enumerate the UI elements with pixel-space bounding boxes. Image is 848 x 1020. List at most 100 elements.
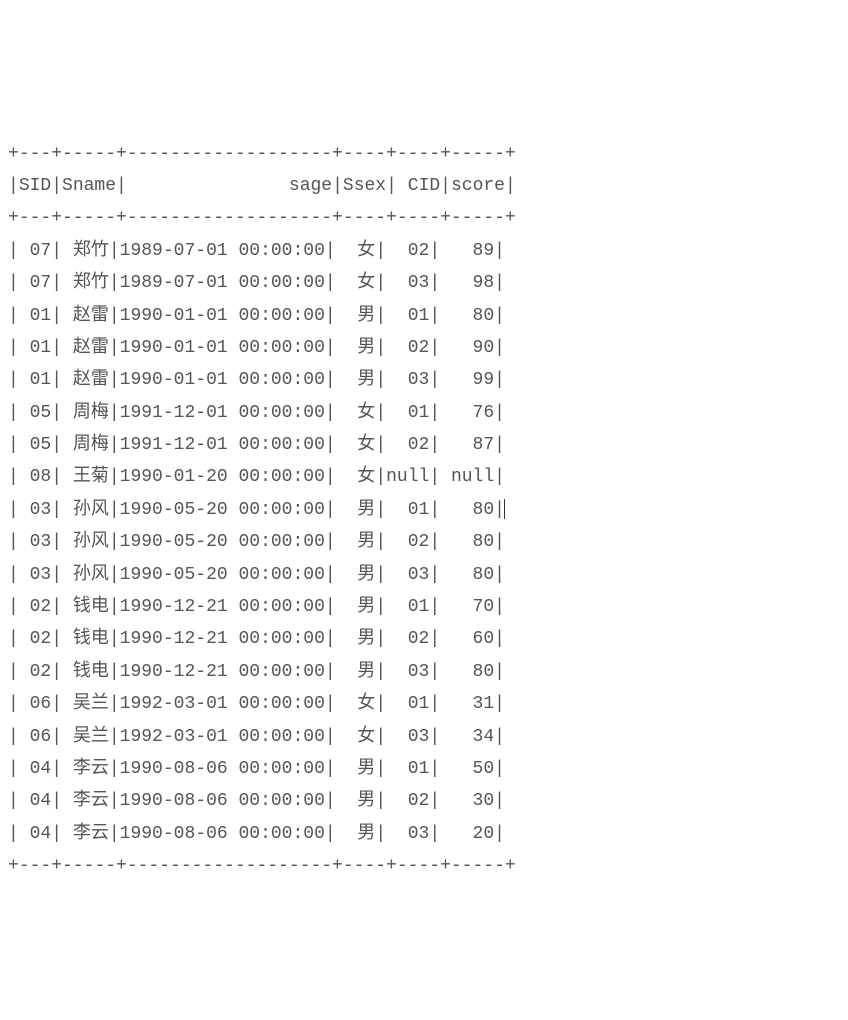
cell-sid: 06 [19,727,51,747]
cell-sid: 02 [19,629,51,649]
table-row: | 04| 李云|1990-08-06 00:00:00| 男| 03| 20| [8,824,505,844]
cell-ssex: 女 [336,241,376,261]
cell-score: null [440,467,494,487]
cell-sname: 郑竹 [62,273,109,293]
cell-score: 80 [440,500,494,520]
cell-sage: 1990-05-20 00:00:00 [120,500,325,520]
cell-cid: 02 [386,629,429,649]
cell-sage: 1990-01-01 00:00:00 [120,338,325,358]
table-row: | 03| 孙风|1990-05-20 00:00:00| 男| 02| 80| [8,532,505,552]
cell-sage: 1990-12-21 00:00:00 [120,662,325,682]
cell-cid: 03 [386,727,429,747]
cell-sid: 04 [19,824,51,844]
text-cursor [504,499,505,519]
cell-cid: 01 [386,694,429,714]
cell-ssex: 男 [336,338,376,358]
table-row: | 06| 吴兰|1992-03-01 00:00:00| 女| 03| 34| [8,727,505,747]
cell-sage: 1991-12-01 00:00:00 [120,435,325,455]
cell-sname: 李云 [62,824,109,844]
cell-ssex: 男 [336,662,376,682]
cell-sage: 1990-08-06 00:00:00 [120,824,325,844]
cell-score: 34 [440,727,494,747]
cell-sid: 01 [19,306,51,326]
cell-sid: 07 [19,273,51,293]
cell-ssex: 男 [336,306,376,326]
cell-cid: 02 [386,532,429,552]
table-border-bottom: +---+-----+-------------------+----+----… [8,856,516,876]
cell-ssex: 男 [336,597,376,617]
table-row: | 01| 赵雷|1990-01-01 00:00:00| 男| 03| 99| [8,370,505,390]
cell-ssex: 男 [336,629,376,649]
cell-score: 80 [440,532,494,552]
cell-score: 98 [440,273,494,293]
cell-ssex: 男 [336,532,376,552]
cell-cid: 03 [386,565,429,585]
cell-sid: 04 [19,791,51,811]
cell-sage: 1990-01-20 00:00:00 [120,467,325,487]
cell-ssex: 女 [336,727,376,747]
cell-ssex: 男 [336,565,376,585]
cell-ssex: 男 [336,791,376,811]
cell-ssex: 男 [336,824,376,844]
cell-ssex: 男 [336,370,376,390]
cell-sid: 01 [19,370,51,390]
table-row: | 02| 钱电|1990-12-21 00:00:00| 男| 01| 70| [8,597,505,617]
cell-sname: 赵雷 [62,338,109,358]
cell-sid: 02 [19,662,51,682]
cell-cid: 03 [386,370,429,390]
cell-sage: 1992-03-01 00:00:00 [120,727,325,747]
table-row: | 07| 郑竹|1989-07-01 00:00:00| 女| 02| 89| [8,241,505,261]
table-header-row: |SID|Sname| sage|Ssex| CID|score| [8,176,516,196]
cell-score: 87 [440,435,494,455]
cell-sage: 1990-05-20 00:00:00 [120,532,325,552]
cell-score: 89 [440,241,494,261]
column-header-score: score [451,176,505,196]
cell-sid: 01 [19,338,51,358]
sql-result-table: +---+-----+-------------------+----+----… [8,138,516,883]
cell-ssex: 男 [336,500,376,520]
cell-sage: 1991-12-01 00:00:00 [120,403,325,423]
cell-cid: 03 [386,273,429,293]
cell-sage: 1990-01-01 00:00:00 [120,306,325,326]
cell-score: 99 [440,370,494,390]
cell-cid: 01 [386,597,429,617]
cell-sage: 1990-08-06 00:00:00 [120,791,325,811]
cell-sname: 孙风 [62,500,109,520]
column-header-sage: sage [127,176,332,196]
table-border-mid: +---+-----+-------------------+----+----… [8,208,516,228]
cell-sid: 03 [19,565,51,585]
cell-sage: 1989-07-01 00:00:00 [120,273,325,293]
cell-sname: 钱电 [62,597,109,617]
cell-score: 70 [440,597,494,617]
table-row: | 05| 周梅|1991-12-01 00:00:00| 女| 01| 76| [8,403,505,423]
cell-score: 80 [440,662,494,682]
table-border-top: +---+-----+-------------------+----+----… [8,144,516,164]
cell-ssex: 女 [336,467,376,487]
cell-cid: 03 [386,662,429,682]
cell-sname: 吴兰 [62,694,109,714]
cell-score: 60 [440,629,494,649]
cell-sname: 郑竹 [62,241,109,261]
column-header-cid: CID [397,176,440,196]
cell-sage: 1990-05-20 00:00:00 [120,565,325,585]
cell-sid: 08 [19,467,51,487]
cell-sage: 1990-01-01 00:00:00 [120,370,325,390]
cell-ssex: 女 [336,403,376,423]
column-header-sname: Sname [62,176,116,196]
cell-ssex: 女 [336,435,376,455]
cell-score: 30 [440,791,494,811]
cell-sname: 李云 [62,791,109,811]
table-row: | 02| 钱电|1990-12-21 00:00:00| 男| 03| 80| [8,662,505,682]
cell-cid: 01 [386,306,429,326]
cell-sage: 1990-12-21 00:00:00 [120,629,325,649]
cell-sid: 05 [19,435,51,455]
cell-sname: 钱电 [62,629,109,649]
cell-cid: 02 [386,791,429,811]
cell-sname: 赵雷 [62,370,109,390]
cell-score: 80 [440,306,494,326]
cell-sname: 王菊 [62,467,109,487]
cell-score: 31 [440,694,494,714]
cell-sid: 02 [19,597,51,617]
cell-cid: 03 [386,824,429,844]
cell-sname: 钱电 [62,662,109,682]
